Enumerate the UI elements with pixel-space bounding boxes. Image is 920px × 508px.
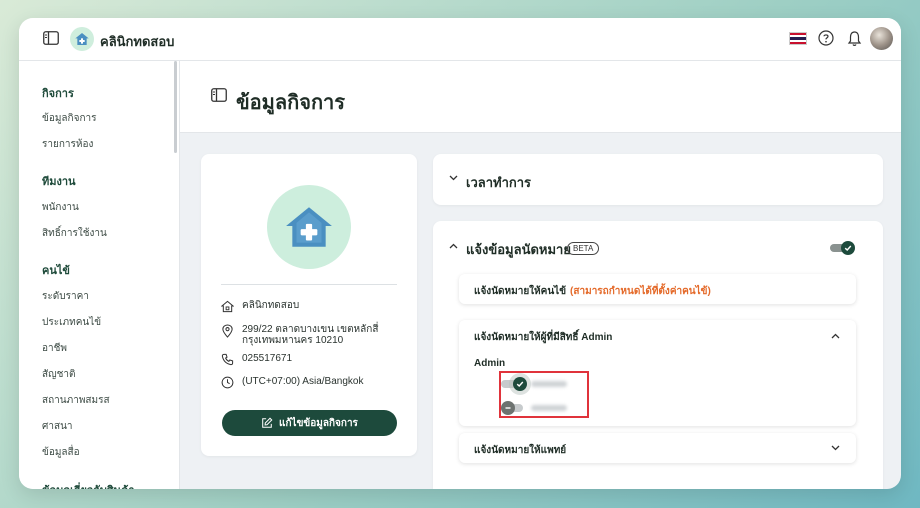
business-name-row: คลินิกทดสอบ: [221, 300, 299, 313]
sidebar-item-price-level[interactable]: ระดับราคา: [42, 289, 89, 304]
sidebar-section-team: ทีมงาน: [42, 176, 76, 188]
business-logo: [267, 185, 351, 269]
patient-notify-note: (สามารถกำหนดได้ที่ตั้งค่าคนไข้): [570, 286, 711, 297]
clinic-house-icon: [286, 207, 332, 247]
chevron-down-icon[interactable]: [831, 445, 840, 451]
sidebar-item-religion[interactable]: ศาสนา: [42, 419, 73, 434]
patient-notify-section[interactable]: แจ้งนัดหมายให้คนไข้ (สามารถกำหนดได้ที่ตั้…: [459, 274, 856, 304]
check-icon: [844, 245, 852, 251]
sidebar-item-rooms[interactable]: รายการห้อง: [42, 137, 93, 152]
address: 299/22 ตลาดบางเขน เขตหลักสี่ กรุงเทพมหาน…: [242, 324, 379, 346]
phone-row: 025517671: [221, 353, 292, 366]
sidebar-layout-icon: [211, 88, 227, 102]
sidebar-item-marital-status[interactable]: สถานภาพสมรส: [42, 393, 110, 408]
bell-icon[interactable]: [847, 30, 862, 47]
sidebar-item-occupation[interactable]: อาชีพ: [42, 341, 67, 356]
edit-icon: [262, 417, 273, 428]
chevron-up-icon[interactable]: [449, 243, 458, 249]
app-window: คลินิกทดสอบ กิจการ ข้อมูลกิจการ รายการห้…: [19, 18, 901, 489]
sidebar-item-business-info[interactable]: ข้อมูลกิจการ: [42, 111, 97, 126]
admin-group-label: Admin: [474, 358, 506, 369]
page-header: ข้อมูลกิจการ: [180, 61, 901, 133]
beta-badge: BETA: [567, 242, 600, 255]
sidebar-toggle-icon[interactable]: [43, 31, 59, 45]
page-title: ข้อมูลกิจการ: [236, 92, 346, 114]
doctor-notify-title: แจ้งนัดหมายให้แพทย์: [474, 445, 567, 456]
brand-logo: [70, 27, 94, 51]
business-profile-card: คลินิกทดสอบ 299/22 ตลาดบางเขน เขตหลักสี่…: [201, 154, 417, 456]
business-hours-card[interactable]: เวลาทำการ: [433, 154, 883, 205]
edit-business-label: แก้ไขข้อมูลกิจการ: [279, 417, 358, 429]
sidebar-scrollbar[interactable]: [174, 61, 177, 153]
appointment-notify-card: แจ้งข้อมูลนัดหมาย BETA แจ้งนัดหมายให้คนไ…: [433, 221, 883, 489]
edit-business-button[interactable]: แก้ไขข้อมูลกิจการ: [222, 410, 397, 436]
top-bar: คลินิกทดสอบ: [19, 18, 901, 61]
avatar[interactable]: [870, 27, 893, 50]
house-icon: [221, 300, 234, 313]
appointment-notify-title: แจ้งข้อมูลนัดหมาย: [466, 242, 571, 257]
sidebar-item-staff[interactable]: พนักงาน: [42, 200, 79, 215]
clinic-house-icon: [75, 33, 89, 45]
help-icon[interactable]: [818, 30, 834, 46]
sidebar-item-nationality[interactable]: สัญชาติ: [42, 367, 76, 382]
sidebar-section-patients: คนไข้: [42, 265, 70, 277]
phone-icon: [221, 353, 234, 366]
sidebar-section-products: ข้อมูลเกี่ยวกับสินค้า: [42, 481, 135, 489]
clock-icon: [221, 376, 234, 389]
doctor-notify-section[interactable]: แจ้งนัดหมายให้แพทย์: [459, 433, 856, 463]
chevron-up-icon[interactable]: [831, 333, 840, 339]
location-pin-icon: [222, 324, 233, 338]
address-row: 299/22 ตลาดบางเขน เขตหลักสี่ กรุงเทพมหาน…: [221, 324, 381, 346]
sidebar-item-patient-type[interactable]: ประเภทคนไข้: [42, 315, 101, 330]
notify-master-toggle[interactable]: [830, 241, 856, 255]
admin-notify-section: แจ้งนัดหมายให้ผู้ที่มีสิทธิ์ Admin Admin: [459, 320, 856, 426]
timezone: (UTC+07:00) Asia/Bangkok: [242, 376, 364, 387]
timezone-row: (UTC+07:00) Asia/Bangkok: [221, 376, 363, 389]
chevron-down-icon[interactable]: [449, 175, 458, 181]
phone: 025517671: [242, 353, 293, 364]
business-name: คลินิกทดสอบ: [242, 300, 300, 311]
highlight-box: [499, 371, 589, 418]
divider: [221, 284, 397, 285]
sidebar-item-media[interactable]: ข้อมูลสื่อ: [42, 445, 80, 460]
sidebar: กิจการ ข้อมูลกิจการ รายการห้อง ทีมงาน พน…: [19, 61, 180, 489]
sidebar-section-business: กิจการ: [42, 88, 74, 100]
admin-notify-title: แจ้งนัดหมายให้ผู้ที่มีสิทธิ์ Admin: [474, 332, 613, 343]
thai-flag-icon[interactable]: [789, 32, 807, 45]
sidebar-item-permissions[interactable]: สิทธิ์การใช้งาน: [42, 226, 107, 241]
business-hours-title: เวลาทำการ: [466, 175, 532, 190]
brand-name: คลินิกทดสอบ: [100, 34, 175, 49]
patient-notify-title: แจ้งนัดหมายให้คนไข้ (สามารถกำหนดได้ที่ตั้…: [474, 286, 711, 297]
